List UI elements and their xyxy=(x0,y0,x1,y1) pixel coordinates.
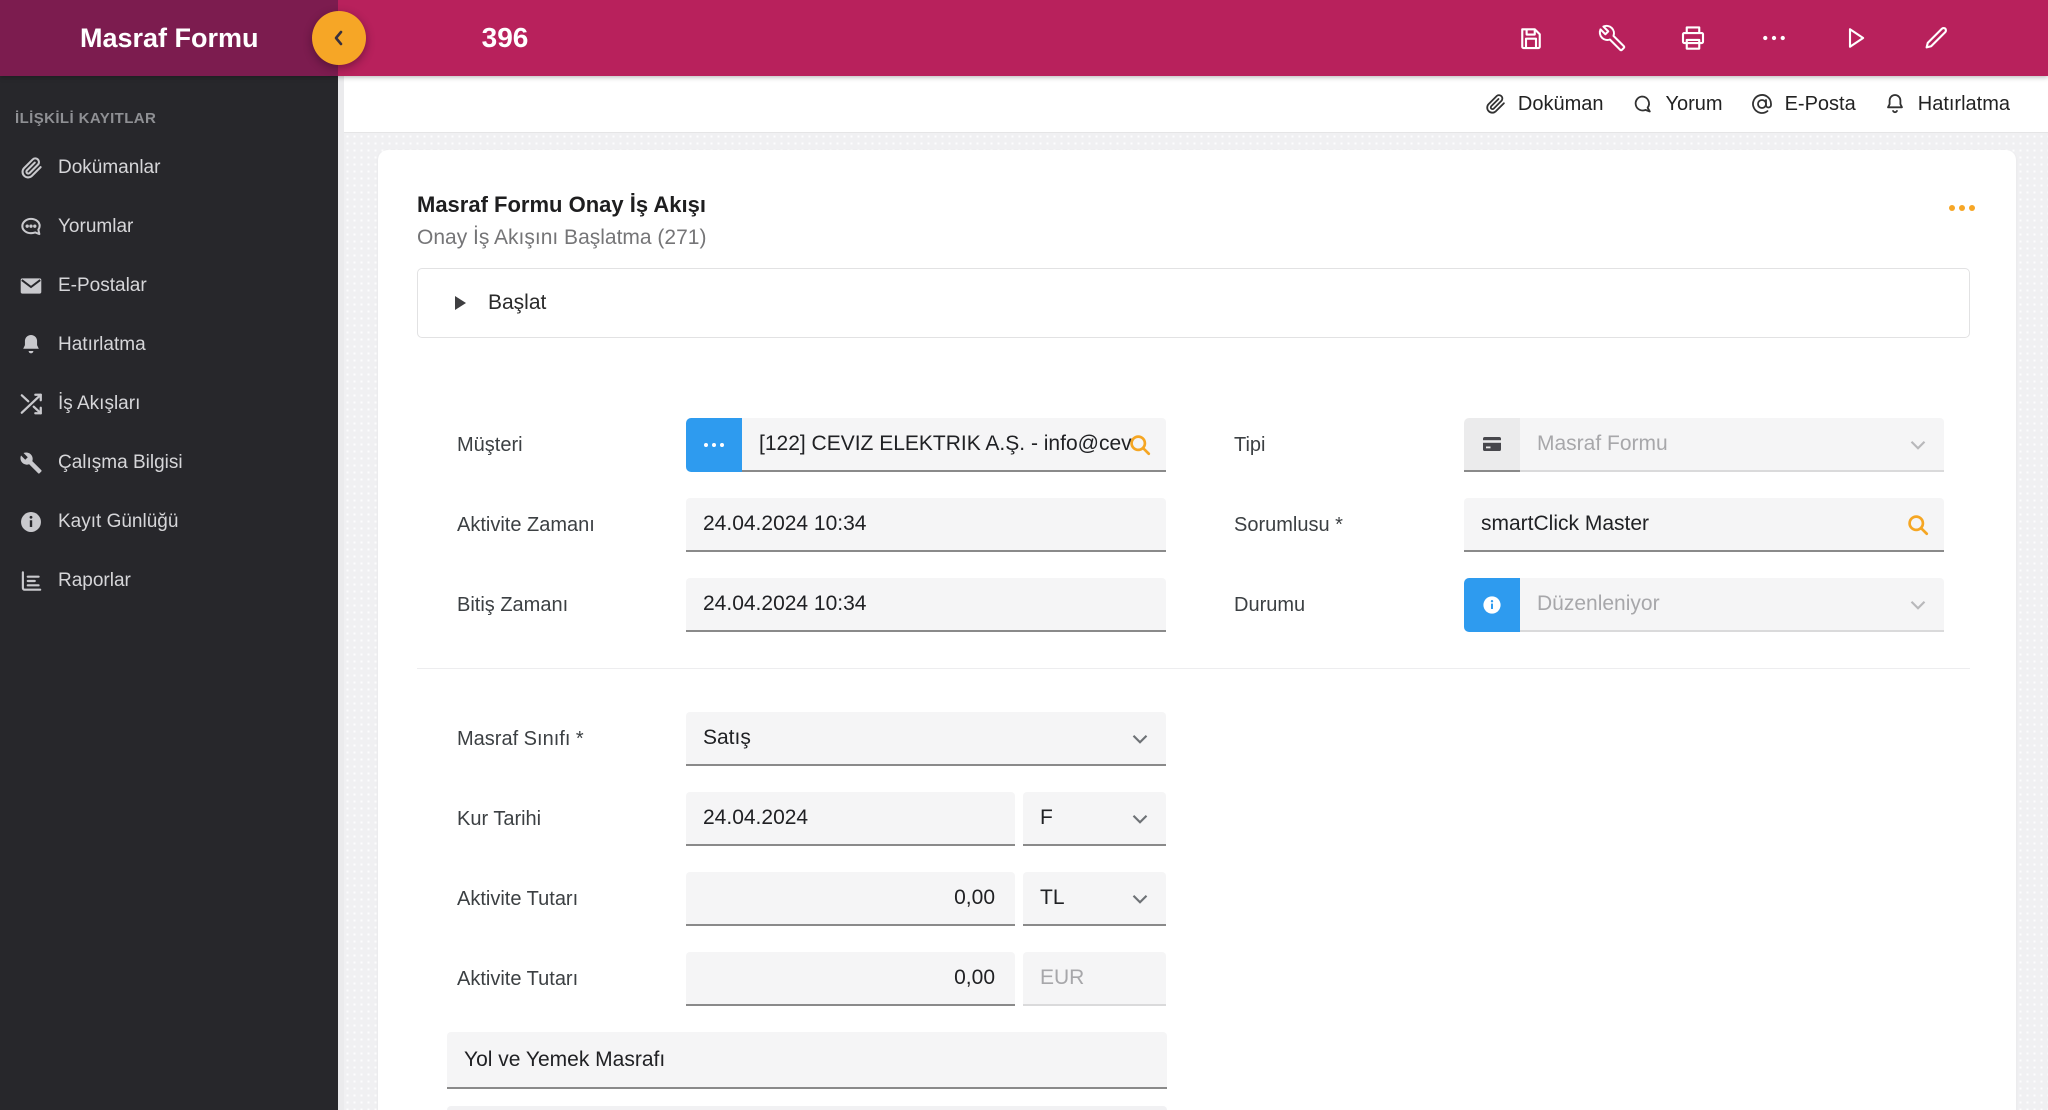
start-workflow-button[interactable]: Başlat xyxy=(417,268,1970,338)
expense-form-page: Masraf Formu 396 İLİŞKİLİ KAYITLAR Doküm… xyxy=(0,0,2048,1110)
shuffle-icon xyxy=(18,391,44,417)
durumu-iconbox xyxy=(1464,578,1520,632)
kur-tarihi-label: Kur Tarihi xyxy=(457,807,542,830)
comment-icon xyxy=(18,214,44,240)
aktivite-tutari-eur-label: Aktivite Tutarı xyxy=(457,967,579,990)
workflow-title: Masraf Formu Onay İş Akışı xyxy=(417,192,706,217)
related-records-sidebar: İLİŞKİLİ KAYITLAR Dokümanlar Yorumlar E-… xyxy=(0,76,338,1110)
more-icon[interactable] xyxy=(1759,23,1789,53)
envelope-icon xyxy=(18,273,44,299)
sidebar-item-hatirlatma[interactable]: Hatırlatma xyxy=(0,315,338,374)
run-icon[interactable] xyxy=(1840,23,1870,53)
aktivite-tutari-eur-currency: EUR xyxy=(1023,952,1166,1006)
tipi-iconbox xyxy=(1464,418,1520,472)
bell-icon xyxy=(18,332,44,358)
at-sign-icon xyxy=(1750,92,1774,116)
page-title: Masraf Formu xyxy=(80,23,259,53)
masraf-sinifi-field[interactable]: Satış xyxy=(686,712,1166,766)
aktivite-tutari-tl-label: Aktivite Tutarı xyxy=(457,887,579,910)
wrench-icon xyxy=(18,450,44,476)
chevron-down-icon xyxy=(1127,806,1153,832)
section-divider xyxy=(417,668,1970,669)
record-number: 396 xyxy=(481,22,529,53)
sorumlusu-field[interactable]: smartClick Master xyxy=(1464,498,1944,552)
comment-icon xyxy=(1631,92,1655,116)
workflow-more-icon[interactable] xyxy=(1940,194,1984,222)
sidebar-item-epostalar[interactable]: E-Postalar xyxy=(0,256,338,315)
aktivite-tutari-tl-currency-select[interactable]: TL xyxy=(1023,872,1166,926)
search-icon[interactable] xyxy=(1904,511,1932,539)
sidebar-item-kayit-gunlugu[interactable]: Kayıt Günlüğü xyxy=(0,492,338,551)
kur-tarihi-currency-select[interactable]: F xyxy=(1023,792,1166,846)
info-icon xyxy=(1483,596,1501,614)
paperclip-icon xyxy=(1483,92,1507,116)
bell-icon xyxy=(1883,92,1907,116)
quickbar-item-dokuman[interactable]: Doküman xyxy=(1483,92,1604,116)
durumu-field[interactable]: Düzenleniyor xyxy=(1520,578,1944,632)
workflow-subtitle: Onay İş Akışını Başlatma (271) xyxy=(417,226,707,249)
quickbar-item-eposta[interactable]: E-Posta xyxy=(1750,92,1856,116)
report-icon xyxy=(18,568,44,594)
edit-icon[interactable] xyxy=(1921,23,1951,53)
musteri-field[interactable]: [122] CEVIZ ELEKTRIK A.Ş. - info@cev xyxy=(742,418,1166,472)
ellipsis-icon xyxy=(704,443,724,447)
aktivite-zamani-label: Aktivite Zamanı xyxy=(457,513,595,536)
bitis-zamani-label: Bitiş Zamanı xyxy=(457,593,569,616)
next-field-partial[interactable] xyxy=(447,1106,1167,1110)
sidebar-header: İLİŞKİLİ KAYITLAR xyxy=(15,110,157,127)
quick-action-bar: Doküman Yorum E-Posta Hatırlatma xyxy=(344,76,2048,133)
sorumlusu-label: Sorumlusu * xyxy=(1234,513,1343,536)
sidebar-items: Dokümanlar Yorumlar E-Postalar Hatırlatm… xyxy=(0,138,338,610)
bitis-zamani-field[interactable]: 24.04.2024 10:34 xyxy=(686,578,1166,632)
tipi-field[interactable]: Masraf Formu xyxy=(1520,418,1944,472)
masraf-sinifi-label: Masraf Sınıfı * xyxy=(457,727,584,750)
top-bar: Masraf Formu 396 xyxy=(0,0,2048,76)
chevron-down-icon xyxy=(1905,432,1931,458)
sidebar-item-calisma-bilgisi[interactable]: Çalışma Bilgisi xyxy=(0,433,338,492)
chevron-left-icon xyxy=(334,30,343,46)
topbar-actions xyxy=(1516,0,1951,76)
quickbar-item-hatirlatma[interactable]: Hatırlatma xyxy=(1883,92,2010,116)
search-icon[interactable] xyxy=(1126,431,1154,459)
kur-tarihi-field[interactable]: 24.04.2024 xyxy=(686,792,1015,846)
durumu-label: Durumu xyxy=(1234,593,1306,616)
save-icon[interactable] xyxy=(1516,23,1546,53)
aktivite-tutari-tl-field[interactable]: 0,00 xyxy=(686,872,1015,926)
sidebar-item-yorumlar[interactable]: Yorumlar xyxy=(0,197,338,256)
paperclip-icon xyxy=(18,155,44,181)
musteri-label: Müşteri xyxy=(457,433,523,456)
aciklama-field[interactable]: Yol ve Yemek Masrafı xyxy=(447,1032,1167,1089)
card-icon xyxy=(1483,437,1501,451)
back-button[interactable] xyxy=(312,11,366,65)
print-icon[interactable] xyxy=(1678,23,1708,53)
sidebar-item-dokumanlar[interactable]: Dokümanlar xyxy=(0,138,338,197)
musteri-lookup-button[interactable] xyxy=(686,418,742,472)
tipi-label: Tipi xyxy=(1234,433,1266,456)
chevron-down-icon xyxy=(1905,592,1931,618)
wrench-icon[interactable] xyxy=(1597,23,1627,53)
record-card: Masraf Formu Onay İş Akışı Onay İş Akışı… xyxy=(378,150,2016,1110)
aktivite-zamani-field[interactable]: 24.04.2024 10:34 xyxy=(686,498,1166,552)
sidebar-item-is-akislari[interactable]: İş Akışları xyxy=(0,374,338,433)
quickbar-item-yorum[interactable]: Yorum xyxy=(1631,92,1723,116)
main-content: Masraf Formu Onay İş Akışı Onay İş Akışı… xyxy=(344,133,2048,1110)
chevron-down-icon xyxy=(1127,886,1153,912)
aktivite-tutari-eur-field[interactable]: 0,00 xyxy=(686,952,1015,1006)
chevron-down-icon xyxy=(1127,726,1153,752)
info-icon xyxy=(18,509,44,535)
play-icon xyxy=(447,291,471,315)
sidebar-item-raporlar[interactable]: Raporlar xyxy=(0,551,338,610)
